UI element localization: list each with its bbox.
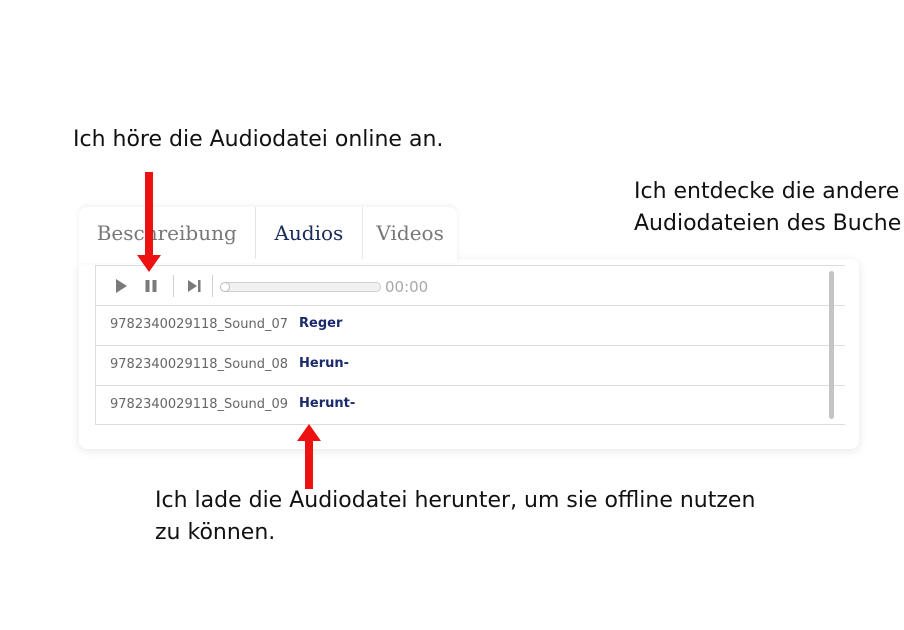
play-icon[interactable] xyxy=(112,277,130,295)
annotation-line: Audiodateien des Buche xyxy=(634,211,902,236)
track-action-link[interactable]: Reger xyxy=(299,316,342,331)
track-row[interactable]: 9782340029118_Sound_07 Reger xyxy=(96,306,845,346)
annotation-download-offline: Ich lade die Audiodatei herunter, um sie… xyxy=(155,485,755,549)
annotation-line: zu können. xyxy=(155,520,276,545)
annotation-line: Ich lade die Audiodatei herunter, um sie… xyxy=(155,488,756,513)
track-download-link[interactable]: Herunt- xyxy=(299,396,355,411)
progress-bar[interactable] xyxy=(220,282,381,292)
audio-player: 00:00 9782340029118_Sound_07 Reger 97823… xyxy=(95,265,845,425)
track-name: 9782340029118_Sound_08 xyxy=(110,357,289,372)
red-arrow-down-icon xyxy=(137,172,161,272)
divider xyxy=(212,275,213,297)
track-row[interactable]: 9782340029118_Sound_09 Herunt- xyxy=(96,386,845,426)
track-download-link[interactable]: Herun- xyxy=(299,356,349,371)
time-display: 00:00 xyxy=(385,278,429,296)
player-controls: 00:00 xyxy=(96,266,845,306)
scrollbar[interactable] xyxy=(829,271,834,419)
pause-icon[interactable] xyxy=(142,277,160,295)
track-row[interactable]: 9782340029118_Sound_08 Herun- xyxy=(96,346,845,386)
annotation-discover-other-audios: Ich entdecke die andere Audiodateien des… xyxy=(634,176,901,240)
annotation-line: Ich entdecke die andere xyxy=(634,179,900,204)
skip-next-icon[interactable] xyxy=(186,277,204,295)
tab-audios[interactable]: Audios xyxy=(256,207,364,259)
track-name: 9782340029118_Sound_07 xyxy=(110,317,289,332)
annotation-listen-online: Ich höre die Audiodatei online an. xyxy=(73,127,444,152)
red-arrow-up-icon xyxy=(297,424,321,490)
divider xyxy=(173,275,174,297)
tab-videos[interactable]: Videos xyxy=(363,207,457,259)
track-name: 9782340029118_Sound_09 xyxy=(110,397,289,412)
progress-handle[interactable] xyxy=(220,282,230,292)
tab-beschreibung[interactable]: Beschreibung xyxy=(79,207,256,259)
tab-bar: Beschreibung Audios Videos xyxy=(79,207,457,263)
